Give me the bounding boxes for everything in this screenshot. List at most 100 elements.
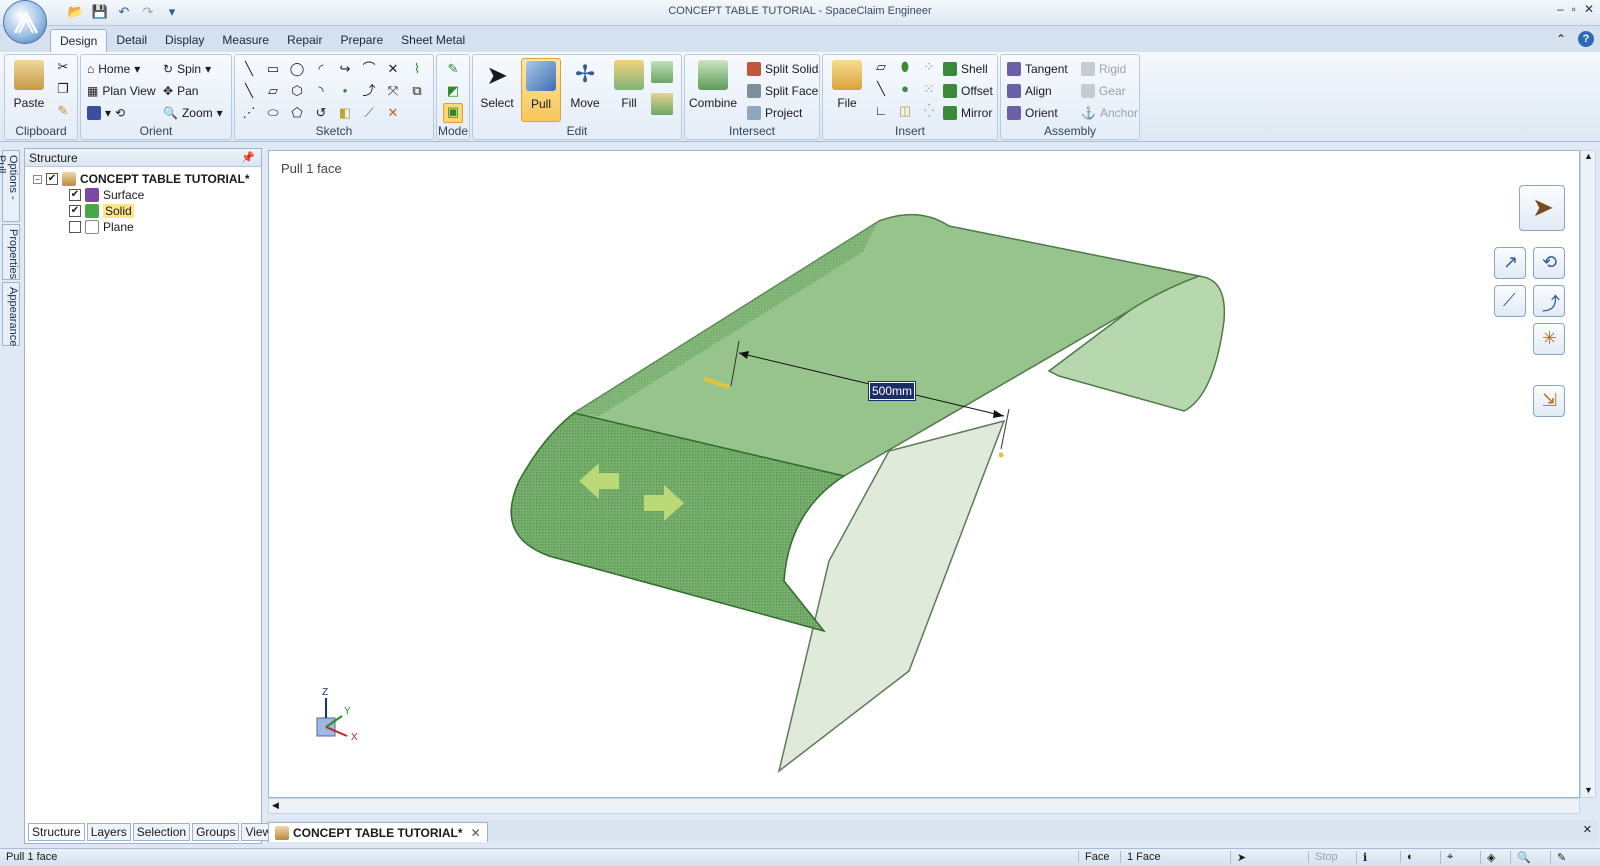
tab-repair[interactable]: Repair [278, 29, 331, 52]
arc-tool-icon[interactable]: ◜ [313, 61, 329, 77]
cut-icon[interactable]: ✂ [55, 59, 71, 75]
maximize-icon[interactable]: ▫ [1572, 2, 1576, 16]
paste-button[interactable]: Paste [9, 58, 49, 122]
combine-button[interactable]: Combine [689, 58, 737, 122]
line-tool-icon[interactable]: ╲ [241, 61, 257, 77]
tangent-arc-icon[interactable]: ↪ [337, 61, 353, 77]
align-button[interactable]: Align [1007, 81, 1052, 101]
help-icon[interactable]: ? [1578, 31, 1594, 47]
side-tab-properties[interactable]: Properties [2, 224, 20, 280]
ellipse-icon[interactable]: ⬭ [265, 105, 281, 121]
three-point-rectangle-icon[interactable]: ▱ [265, 83, 281, 99]
rigid-button[interactable]: Rigid [1081, 59, 1126, 79]
copy-icon[interactable]: ❐ [55, 81, 71, 97]
plan-view-button[interactable]: ▦ Plan View [87, 81, 156, 101]
side-tab-options-pull[interactable]: Options - Pull [0, 150, 20, 222]
horizontal-scrollbar[interactable]: ◀ [268, 798, 1580, 814]
visibility-checkbox[interactable]: ✔ [46, 173, 58, 185]
tab-prepare[interactable]: Prepare [331, 29, 392, 52]
render-icon[interactable]: ◈ [1480, 851, 1495, 864]
tab-structure[interactable]: Structure [28, 823, 85, 841]
tab-design[interactable]: Design [50, 29, 108, 52]
sphere-icon[interactable]: ● [897, 81, 913, 97]
close-icon[interactable]: ✕ [1584, 2, 1594, 16]
revolve-button[interactable]: ⟲ [1533, 247, 1565, 279]
spline-icon[interactable]: ⌒ [361, 61, 377, 77]
shell-body-icon[interactable]: ◫ [897, 103, 913, 119]
select-filter-icon[interactable]: ➤ [1230, 851, 1246, 864]
3d-mode-icon[interactable]: ▣ [443, 103, 463, 123]
side-tab-appearance[interactable]: Appearance [2, 282, 20, 346]
offset-curve-icon[interactable]: ⧉ [409, 83, 425, 99]
tangent-button[interactable]: Tangent [1007, 59, 1068, 79]
gear-button[interactable]: Gear [1081, 81, 1126, 101]
view-cube-button[interactable]: ▾ ⟲ [87, 103, 125, 123]
fill-button[interactable]: Fill [609, 58, 649, 122]
minimize-icon[interactable]: – [1557, 2, 1564, 16]
dimension-value-input[interactable]: 500mm [867, 381, 917, 401]
circle-tool-icon[interactable]: ◯ [289, 61, 305, 77]
selection-count[interactable]: 1 Face [1120, 851, 1161, 863]
section-mode-icon[interactable]: ◩ [445, 83, 461, 99]
tweak-face-icon[interactable] [651, 93, 673, 115]
slot-icon[interactable]: ⬠ [289, 105, 305, 121]
orient-button[interactable]: Orient [1007, 103, 1058, 123]
plane-checkbox[interactable] [69, 221, 81, 233]
axis-icon[interactable]: ╲ [873, 81, 889, 97]
sweep-button[interactable]: ⤴ [1533, 285, 1565, 317]
face-curve-icon[interactable]: ◧ [337, 105, 353, 121]
collapse-ribbon-icon[interactable]: ⌃ [1556, 32, 1566, 46]
cylinder-icon[interactable]: ⬮ [897, 59, 913, 75]
close-window-icon[interactable]: ✕ [1583, 823, 1592, 836]
stop-button[interactable]: Stop [1308, 851, 1338, 863]
document-tab[interactable]: CONCEPT TABLE TUTORIAL* ✕ [268, 822, 488, 842]
zoom-status-icon[interactable]: 🔍 [1510, 851, 1531, 864]
mirror-button[interactable]: Mirror [943, 103, 992, 123]
tab-display[interactable]: Display [156, 29, 213, 52]
collapse-icon[interactable]: − [33, 174, 42, 184]
polygon-icon[interactable]: ⬡ [289, 83, 305, 99]
pan-button[interactable]: ✥ Pan [163, 81, 198, 101]
corner-icon[interactable]: ✕ [385, 105, 401, 121]
circular-pattern-icon[interactable]: ⁛ [921, 103, 937, 119]
home-button[interactable]: ⌂ Home ▾ [87, 59, 140, 79]
app-menu-button[interactable] [3, 0, 47, 44]
origin-icon[interactable]: ∟ [873, 103, 889, 119]
tree-item-solid[interactable]: ✔ Solid [69, 203, 134, 219]
view-icon[interactable]: ◐ [1400, 851, 1414, 863]
3d-viewport[interactable]: Pull 1 face 500mm Z X Y ➤ ↗ ⟲ ⟋ ⤴ ✳ ⇲ [268, 150, 1580, 798]
select-button[interactable]: ➤ Select [477, 58, 517, 122]
spin-button[interactable]: ↻ Spin ▾ [163, 59, 211, 79]
scroll-down-icon[interactable]: ▼ [1584, 785, 1593, 795]
scale-body-button[interactable]: ✳ [1533, 323, 1565, 355]
tab-groups[interactable]: Groups [192, 823, 240, 841]
solid-checkbox[interactable]: ✔ [69, 205, 81, 217]
up-to-button[interactable]: ⇲ [1533, 385, 1565, 417]
tab-selection[interactable]: Selection [132, 823, 191, 841]
curve-icon[interactable]: ⌇ [409, 61, 425, 77]
split-solid-button[interactable]: Split Solid [747, 59, 818, 79]
trim-icon[interactable]: ✕ [385, 61, 401, 77]
file-button[interactable]: File [827, 58, 867, 122]
shell-button[interactable]: Shell [943, 59, 988, 79]
tab-detail[interactable]: Detail [107, 29, 156, 52]
plane-icon[interactable]: ▱ [873, 59, 889, 75]
move-button[interactable]: ✢ Move [565, 58, 605, 122]
pattern-icon[interactable]: ⁘ [921, 59, 937, 75]
sketch-mode-icon[interactable]: ✎ [445, 61, 461, 77]
surface-checkbox[interactable]: ✔ [69, 189, 81, 201]
bend-icon[interactable]: ⤴ [361, 83, 377, 99]
offset-button[interactable]: Offset [943, 81, 993, 101]
format-painter-icon[interactable]: ✎ [55, 103, 71, 119]
table-model[interactable] [269, 151, 1580, 798]
pull-direction-button[interactable]: ↗ [1494, 247, 1526, 279]
tab-layers[interactable]: Layers [86, 823, 131, 841]
three-point-arc-icon[interactable]: ↺ [313, 105, 329, 121]
scroll-left-icon[interactable]: ◀ [272, 800, 279, 811]
split-line-icon[interactable]: ⟋ [361, 105, 377, 121]
tree-root[interactable]: − ✔ CONCEPT TABLE TUTORIAL* [33, 171, 250, 187]
tree-item-surface[interactable]: ✔ Surface [69, 187, 144, 203]
scroll-up-icon[interactable]: ▲ [1584, 151, 1593, 161]
pin-icon[interactable]: 📌 [241, 151, 255, 164]
selection-mode[interactable]: Face [1078, 851, 1109, 863]
